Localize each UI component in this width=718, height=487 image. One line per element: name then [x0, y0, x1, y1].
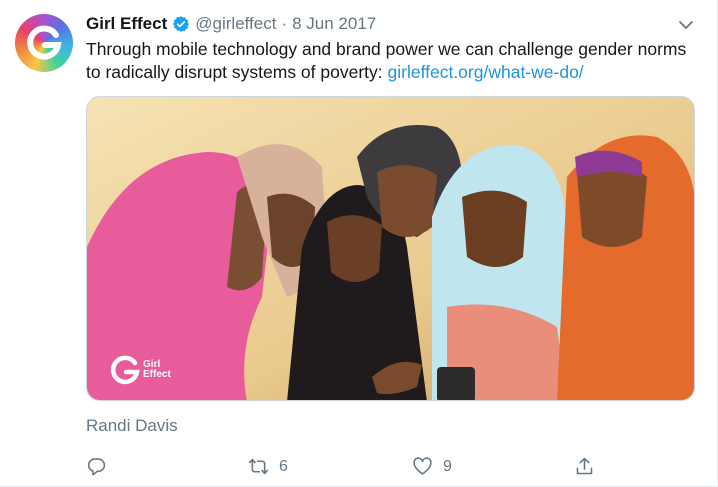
share-button[interactable]: [574, 456, 605, 477]
retweet-icon: [248, 458, 269, 475]
verified-badge-icon: [173, 16, 190, 32]
tweet-text: Through mobile technology and brand powe…: [86, 38, 696, 84]
tweet-card[interactable]: Girl Effect @girleffect · 8 Jun 2017 Thr…: [0, 0, 718, 487]
tweet-date[interactable]: 8 Jun 2017: [292, 13, 376, 35]
group-photo-image: [87, 97, 694, 400]
like-icon: [413, 457, 432, 475]
media-watermark: Girl Effect: [109, 354, 171, 386]
retweet-button[interactable]: 6: [248, 456, 288, 477]
chevron-down-icon[interactable]: [677, 16, 695, 34]
tweet-link[interactable]: girleffect.org/what-we-do/: [388, 62, 584, 82]
reply-icon: [87, 458, 106, 476]
girl-effect-watermark-icon: [110, 355, 140, 385]
avatar[interactable]: [15, 14, 73, 72]
tweet-actions: 6 9: [86, 456, 606, 478]
author-name[interactable]: Girl Effect: [86, 13, 167, 35]
photo-credit[interactable]: Randi Davis: [86, 416, 178, 436]
like-count: 9: [443, 457, 452, 475]
tweet-photo[interactable]: Girl Effect: [86, 96, 695, 401]
header-separator: ·: [281, 14, 288, 33]
watermark-line2: Effect: [143, 369, 171, 380]
share-icon: [576, 457, 593, 475]
tweet-body: Through mobile technology and brand powe…: [86, 39, 687, 82]
reply-button[interactable]: [86, 456, 117, 477]
retweet-count: 6: [279, 457, 288, 475]
author-handle[interactable]: @girleffect: [195, 13, 276, 35]
tweet-header: Girl Effect @girleffect · 8 Jun 2017: [86, 13, 376, 35]
girl-effect-logo-icon: [27, 25, 62, 60]
like-button[interactable]: 9: [412, 456, 452, 477]
